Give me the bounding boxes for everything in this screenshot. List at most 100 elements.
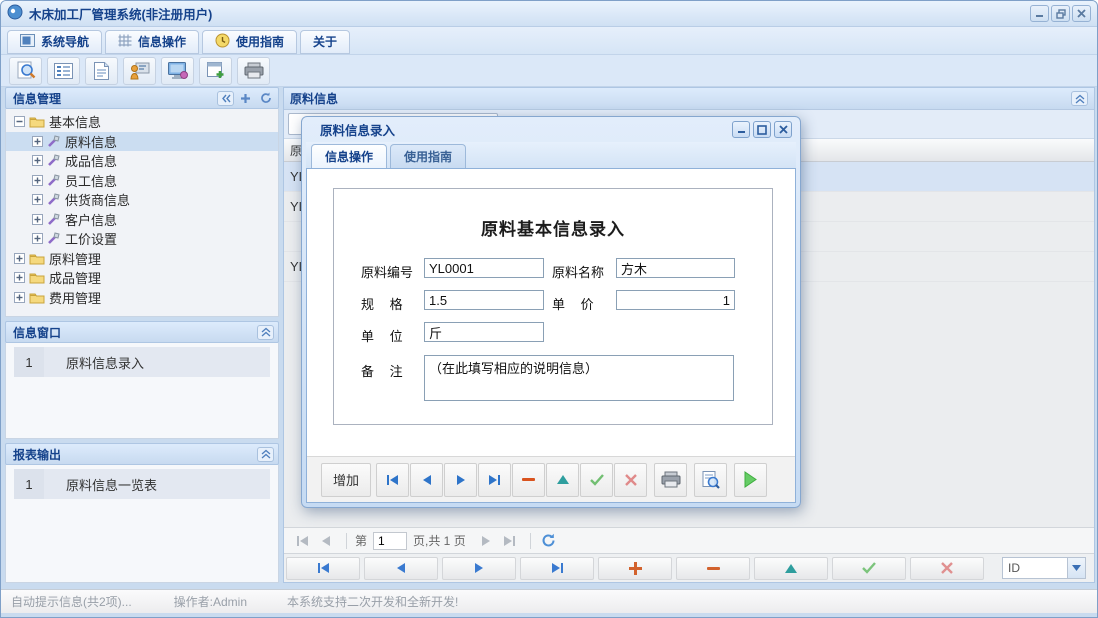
plus-icon[interactable] <box>237 91 254 106</box>
title-bar: 木床加工厂管理系统(非注册用户) <box>1 1 1097 27</box>
page-prefix-label: 第 <box>355 532 367 549</box>
restore-button[interactable] <box>1051 5 1070 22</box>
post-record-icon[interactable] <box>832 557 906 580</box>
first-record-icon[interactable] <box>376 463 409 497</box>
menu-tab-user-guide[interactable]: 使用指南 <box>202 30 297 54</box>
tree-label: 基本信息 <box>49 112 101 131</box>
collapse-up-icon[interactable] <box>257 325 274 340</box>
field-label-material-code: 原料编号 <box>361 262 413 281</box>
info-window-list: 1 原料信息录入 <box>5 343 279 439</box>
page-prev-icon[interactable] <box>316 532 336 550</box>
expand-expander-icon <box>32 155 43 166</box>
refresh-icon[interactable] <box>539 532 559 550</box>
folder-icon <box>29 291 45 304</box>
menu-tab-about[interactable]: 关于 <box>300 30 350 54</box>
print-icon[interactable] <box>654 463 687 497</box>
report-output-panel-header: 报表输出 <box>5 443 279 465</box>
execute-icon[interactable] <box>734 463 767 497</box>
dialog-title-bar[interactable]: 原料信息录入 <box>306 117 796 142</box>
tree-item-customer-info[interactable]: 客户信息 <box>6 210 278 230</box>
menu-tab-info-operate[interactable]: 信息操作 <box>105 30 199 54</box>
edit-record-icon[interactable] <box>546 463 579 497</box>
window-icon <box>20 34 35 50</box>
expand-expander-icon <box>32 194 43 205</box>
page-next-icon[interactable] <box>476 532 496 550</box>
edit-record-icon[interactable] <box>754 557 828 580</box>
document-icon[interactable] <box>85 57 118 85</box>
cancel-record-icon[interactable] <box>614 463 647 497</box>
delete-record-icon[interactable] <box>676 557 750 580</box>
post-record-icon[interactable] <box>580 463 613 497</box>
close-button[interactable] <box>1072 5 1091 22</box>
page-last-icon[interactable] <box>500 532 520 550</box>
tree-item-supplier-info[interactable]: 供货商信息 <box>6 190 278 210</box>
last-record-icon[interactable] <box>478 463 511 497</box>
page-number-input[interactable] <box>373 532 407 550</box>
cancel-record-icon[interactable] <box>910 557 984 580</box>
expand-expander-icon <box>32 233 43 244</box>
material-name-input[interactable] <box>616 258 735 278</box>
monitor-icon[interactable] <box>161 57 194 85</box>
list-item-raw-material-entry[interactable]: 1 原料信息录入 <box>14 347 270 377</box>
grid-icon <box>118 34 132 50</box>
list-item-index: 1 <box>14 469 44 499</box>
refresh-icon[interactable] <box>257 91 274 106</box>
tree-item-expense-manage[interactable]: 费用管理 <box>6 288 278 308</box>
dialog-tab-user-guide[interactable]: 使用指南 <box>390 144 466 168</box>
print-preview-icon[interactable] <box>694 463 727 497</box>
prev-record-icon[interactable] <box>410 463 443 497</box>
add-button-label: 增加 <box>333 470 359 489</box>
dialog-minimize-button[interactable] <box>732 121 750 138</box>
next-record-icon[interactable] <box>442 557 516 580</box>
delete-record-icon[interactable] <box>512 463 545 497</box>
spec-input[interactable] <box>424 290 544 310</box>
status-auto-hint: 自动提示信息(共2项)... <box>11 593 132 610</box>
list-item-index: 1 <box>14 347 44 377</box>
chevron-down-icon[interactable] <box>1067 558 1085 578</box>
minimize-button[interactable] <box>1030 5 1049 22</box>
page-first-icon[interactable] <box>292 532 312 550</box>
material-code-input[interactable] <box>424 258 544 278</box>
next-record-icon[interactable] <box>444 463 477 497</box>
remark-textarea[interactable]: （在此填写相应的说明信息） <box>424 355 734 401</box>
insert-record-icon[interactable] <box>598 557 672 580</box>
search-document-icon[interactable] <box>9 57 42 85</box>
tree-item-employee-info[interactable]: 员工信息 <box>6 171 278 191</box>
menu-tab-system-nav[interactable]: 系统导航 <box>7 30 102 54</box>
field-selector-combo[interactable]: ID <box>1002 557 1086 579</box>
user-report-icon[interactable] <box>123 57 156 85</box>
collapse-left-icon[interactable] <box>217 91 234 106</box>
main-panel-header: 原料信息 <box>284 88 1094 110</box>
dialog-tab-info-operate[interactable]: 信息操作 <box>311 144 387 168</box>
first-record-icon[interactable] <box>286 557 360 580</box>
tree-item-product-info[interactable]: 成品信息 <box>6 151 278 171</box>
tree-item-basic-info[interactable]: 基本信息 <box>6 112 278 132</box>
tree-item-raw-material-info[interactable]: 原料信息 <box>6 132 278 152</box>
dialog-toolbar: 增加 <box>307 456 795 502</box>
collapse-up-icon[interactable] <box>257 447 274 462</box>
record-navigator-toolbar: ID <box>284 553 1094 582</box>
last-record-icon[interactable] <box>520 557 594 580</box>
window-add-icon[interactable] <box>199 57 232 85</box>
list-view-icon[interactable] <box>47 57 80 85</box>
tree-item-product-manage[interactable]: 成品管理 <box>6 268 278 288</box>
tree-label: 成品管理 <box>49 268 101 287</box>
expand-expander-icon <box>14 292 25 303</box>
unit-input[interactable] <box>424 322 544 342</box>
printer-icon[interactable] <box>237 57 270 85</box>
status-operator: 操作者:Admin <box>174 593 247 610</box>
app-window: 木床加工厂管理系统(非注册用户) 系统导航 信息操作 使用指南 关于 <box>0 0 1098 618</box>
collapse-up-icon[interactable] <box>1071 91 1088 106</box>
expand-expander-icon <box>14 272 25 283</box>
dialog-maximize-button[interactable] <box>753 121 771 138</box>
folder-icon <box>29 252 45 265</box>
tree-item-labor-price[interactable]: 工价设置 <box>6 229 278 249</box>
dialog-close-button[interactable] <box>774 121 792 138</box>
tree-item-raw-material-manage[interactable]: 原料管理 <box>6 249 278 269</box>
field-label-remark: 备 注 <box>361 361 409 380</box>
add-button[interactable]: 增加 <box>321 463 371 497</box>
unit-price-input[interactable] <box>616 290 735 310</box>
list-item-raw-material-report[interactable]: 1 原料信息一览表 <box>14 469 270 499</box>
pagination-bar: 第 页,共 1 页 <box>284 527 1094 553</box>
prev-record-icon[interactable] <box>364 557 438 580</box>
